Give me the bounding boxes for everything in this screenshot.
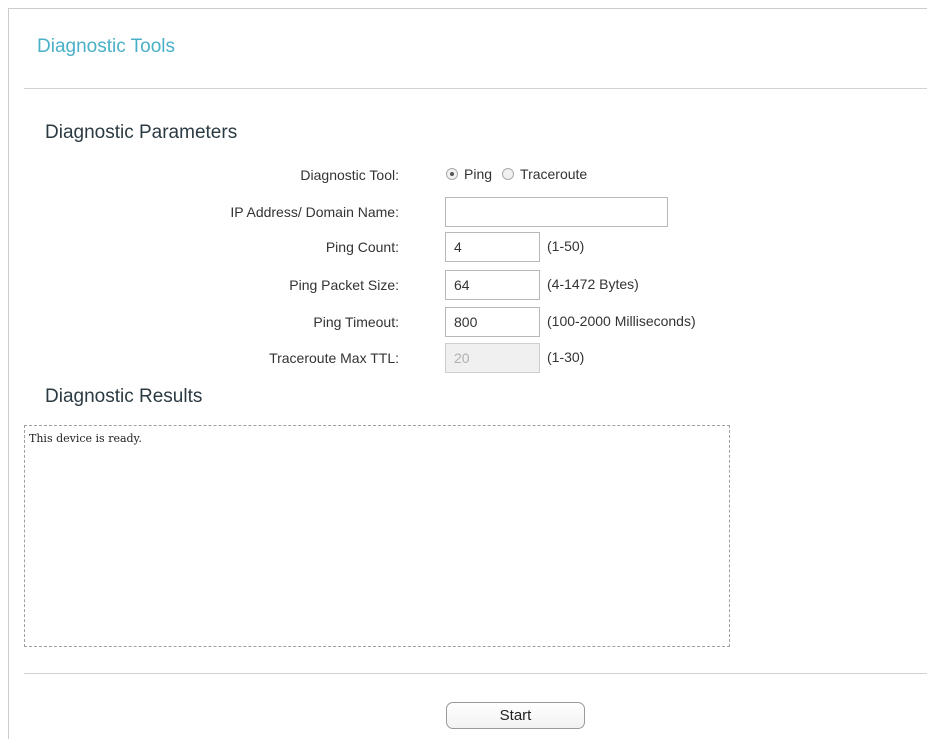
- diagnostic-tool-label: Diagnostic Tool:: [300, 167, 399, 183]
- ping-timeout-row: Ping Timeout: (100-2000 Milliseconds): [0, 307, 927, 337]
- ping-count-row: Ping Count: (1-50): [0, 232, 927, 262]
- ping-packet-size-label: Ping Packet Size:: [289, 277, 399, 293]
- traceroute-max-ttl-hint: (1-30): [547, 349, 585, 365]
- ping-count-input[interactable]: [445, 232, 540, 262]
- ping-radio[interactable]: [446, 168, 458, 180]
- ping-count-hint: (1-50): [547, 238, 585, 254]
- page-title: Diagnostic Tools: [37, 36, 176, 57]
- traceroute-max-ttl-label: Traceroute Max TTL:: [269, 350, 399, 366]
- results-section-title: Diagnostic Results: [45, 386, 203, 407]
- start-button[interactable]: Start: [446, 702, 585, 729]
- ip-address-label: IP Address/ Domain Name:: [230, 204, 399, 220]
- diagnostic-tool-radio-group: Ping Traceroute: [446, 166, 597, 182]
- traceroute-max-ttl-input: [445, 343, 540, 373]
- traceroute-max-ttl-row: Traceroute Max TTL: (1-30): [0, 343, 927, 373]
- ping-packet-size-row: Ping Packet Size: (4-1472 Bytes): [0, 270, 927, 300]
- ping-timeout-label: Ping Timeout:: [313, 314, 399, 330]
- ping-radio-label[interactable]: Ping: [464, 166, 492, 182]
- ping-timeout-input[interactable]: [445, 307, 540, 337]
- ping-timeout-hint: (100-2000 Milliseconds): [547, 313, 696, 329]
- ping-count-label: Ping Count:: [325, 239, 399, 255]
- ip-address-row: IP Address/ Domain Name:: [0, 197, 927, 227]
- bottom-divider: [24, 673, 927, 674]
- parameters-section-title: Diagnostic Parameters: [45, 122, 238, 143]
- ping-packet-size-input[interactable]: [445, 270, 540, 300]
- ip-address-input[interactable]: [445, 197, 668, 227]
- title-divider: [24, 88, 927, 89]
- traceroute-radio[interactable]: [502, 168, 515, 180]
- traceroute-radio-label[interactable]: Traceroute: [520, 166, 587, 182]
- diagnostic-tool-row: Diagnostic Tool: Ping Traceroute: [0, 160, 927, 190]
- diagnostic-results-output[interactable]: This device is ready.: [24, 425, 730, 647]
- ping-packet-size-hint: (4-1472 Bytes): [547, 276, 639, 292]
